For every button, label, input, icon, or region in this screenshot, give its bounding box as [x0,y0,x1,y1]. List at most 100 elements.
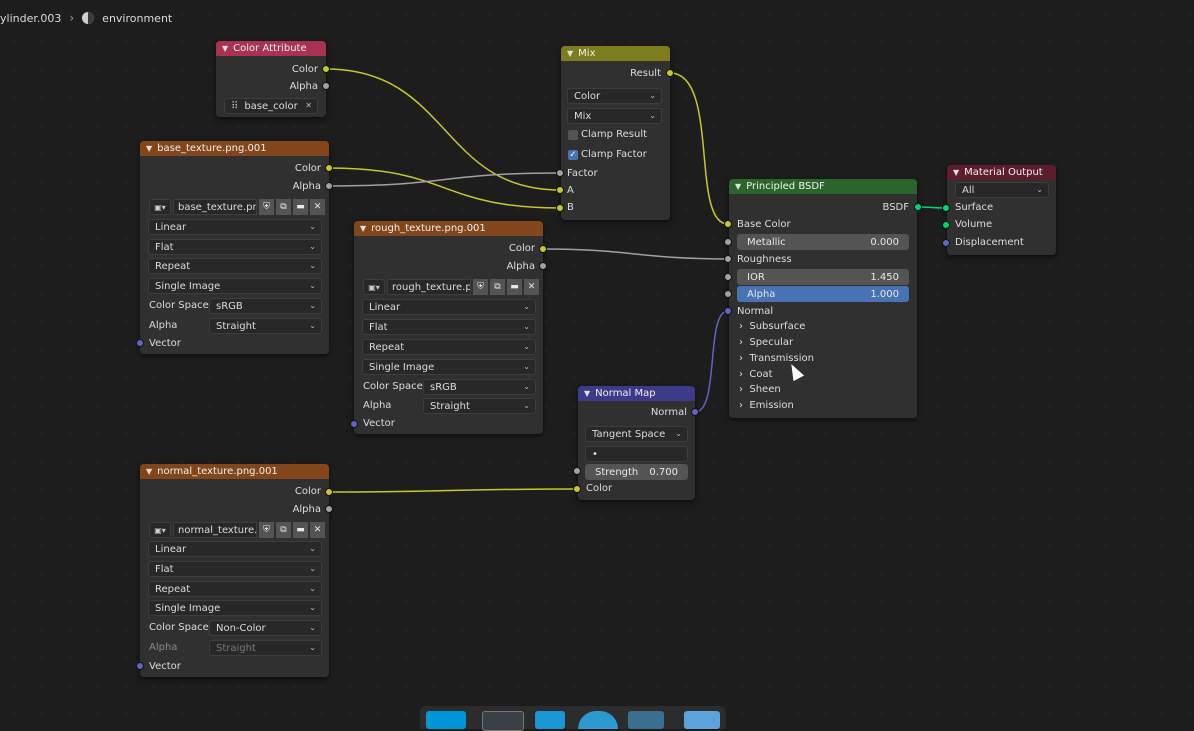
extension-dropdown[interactable]: Repeat ⌄ [148,581,322,597]
chevron-down-icon[interactable]: ▼ [146,144,152,153]
image-name[interactable]: base_texture.pn... [173,199,257,215]
open-folder-icon[interactable]: ▬ [293,522,308,538]
panel-subsurface[interactable]: › Subsurface [739,321,805,332]
chevron-down-icon[interactable]: ▼ [953,168,959,177]
color-attribute-node[interactable]: ▼ Color Attribute Color Alpha ⠿ base_colo… [216,41,326,117]
socket-attr-color[interactable] [322,65,330,73]
socket-normalmap-color[interactable] [573,485,581,493]
strength-field[interactable]: Strength 0.700 [585,464,688,480]
alpha-mode-dropdown[interactable]: Straight ⌄ [423,398,536,414]
duplicate-icon[interactable]: ⧉ [276,522,291,538]
chevron-down-icon[interactable]: ▼ [146,467,152,476]
data-type-dropdown[interactable]: Color ⌄ [567,88,662,104]
rough-texture-node[interactable]: ▼ rough_texture.png.001 Color Alpha ▣▾ ro… [354,221,543,434]
duplicate-icon[interactable]: ⧉ [490,279,505,295]
socket-bsdf-metallic[interactable] [724,238,732,246]
socket-attr-alpha[interactable] [322,82,330,90]
principled-bsdf-node[interactable]: ▼ Principled BSDF BSDF Base Color Metalli… [729,179,917,418]
app-icon-blue[interactable] [426,711,466,729]
folder-icon[interactable] [684,711,720,729]
normal-map-node[interactable]: ▼ Normal Map Normal Tangent Space ⌄ • Stre… [578,386,695,500]
projection-dropdown[interactable]: Flat ⌄ [148,561,322,577]
fake-user-icon[interactable]: ⛨ [473,279,488,295]
fake-user-icon[interactable]: ⛨ [259,522,274,538]
image-name[interactable]: normal_texture.p... [173,522,257,538]
socket-normalmap-out[interactable] [691,408,699,416]
fake-user-icon[interactable]: ⛨ [259,199,274,215]
socket-bsdf-base-color[interactable] [724,220,732,228]
socket-bsdf-normal[interactable] [724,307,732,315]
material-output-node[interactable]: ▼ Material Output All ⌄ Surface Volume Dis… [947,165,1056,255]
socket-output-surface[interactable] [942,204,950,212]
image-browse-icon[interactable]: ▣▾ [149,522,171,538]
node-header[interactable]: ▼ Principled BSDF [729,179,917,194]
chevron-down-icon[interactable]: ▼ [222,44,228,53]
panel-sheen[interactable]: › Sheen [739,384,781,395]
socket-base-alpha[interactable] [325,182,333,190]
chevron-down-icon[interactable]: ▼ [735,182,741,191]
image-selector[interactable]: ▣▾ base_texture.pn... ⛨ ⧉ ▬ ✕ [149,199,325,215]
projection-dropdown[interactable]: Flat ⌄ [148,239,322,255]
image-selector[interactable]: ▣▾ rough_texture.pn... ⛨ ⧉ ▬ ✕ [363,279,539,295]
socket-rough-color[interactable] [539,245,547,253]
mix-node[interactable]: ▼ Mix Result Color ⌄ Mix ⌄ Clamp Result ✓ C… [561,46,670,220]
app-icon-blue-2[interactable] [535,711,565,729]
close-icon[interactable]: ✕ [305,101,312,110]
node-header[interactable]: ▼ Mix [561,46,670,61]
node-header[interactable]: ▼ rough_texture.png.001 [354,221,543,236]
metallic-field[interactable]: Metallic 0.000 [737,234,909,250]
blend-mode-dropdown[interactable]: Mix ⌄ [567,108,662,124]
unlink-icon[interactable]: ✕ [524,279,539,295]
socket-bsdf-ior[interactable] [724,273,732,281]
panel-emission[interactable]: › Emission [739,400,794,411]
socket-output-displacement[interactable] [942,239,950,247]
target-dropdown[interactable]: All ⌄ [955,182,1049,198]
socket-mix-factor[interactable] [556,169,564,177]
interpolation-dropdown[interactable]: Linear ⌄ [148,541,322,557]
socket-rough-vector[interactable] [350,420,358,428]
node-header[interactable]: ▼ base_texture.png.001 [140,141,329,156]
uv-map-field[interactable]: • [585,446,688,462]
alpha-field[interactable]: Alpha 1.000 [737,286,909,302]
base-texture-node[interactable]: ▼ base_texture.png.001 Color Alpha ▣▾ bas… [140,141,329,354]
attribute-name-field[interactable]: ⠿ base_color ✕ [224,98,318,114]
source-dropdown[interactable]: Single Image ⌄ [362,359,536,375]
color-space-dropdown[interactable]: sRGB ⌄ [423,379,536,395]
globe-icon[interactable] [578,711,618,729]
projection-dropdown[interactable]: Flat ⌄ [362,319,536,335]
socket-mix-result[interactable] [666,69,674,77]
interpolation-dropdown[interactable]: Linear ⌄ [362,299,536,315]
ior-field[interactable]: IOR 1.450 [737,269,909,285]
node-header[interactable]: ▼ normal_texture.png.001 [140,464,329,479]
socket-normal-alpha[interactable] [325,505,333,513]
image-browse-icon[interactable]: ▣▾ [363,279,385,295]
chevron-down-icon[interactable]: ▼ [360,224,366,233]
socket-rough-alpha[interactable] [539,262,547,270]
image-browse-icon[interactable]: ▣▾ [149,199,171,215]
node-header[interactable]: ▼ Normal Map [578,386,695,401]
interpolation-dropdown[interactable]: Linear ⌄ [148,219,322,235]
node-header[interactable]: ▼ Material Output [947,165,1056,180]
open-folder-icon[interactable]: ▬ [507,279,522,295]
unlink-icon[interactable]: ✕ [310,522,325,538]
color-space-dropdown[interactable]: Non-Color ⌄ [209,620,322,636]
socket-normalmap-strength[interactable] [573,467,581,475]
alpha-mode-dropdown[interactable]: Straight ⌄ [209,318,322,334]
chevron-down-icon[interactable]: ▼ [584,389,590,398]
socket-mix-a[interactable] [556,186,564,194]
panel-transmission[interactable]: › Transmission [739,353,814,364]
panel-specular[interactable]: › Specular [739,337,793,348]
duplicate-icon[interactable]: ⧉ [276,199,291,215]
source-dropdown[interactable]: Single Image ⌄ [148,600,322,616]
space-dropdown[interactable]: Tangent Space ⌄ [585,426,688,442]
socket-mix-b[interactable] [556,204,564,212]
color-space-dropdown[interactable]: sRGB ⌄ [209,298,322,314]
socket-bsdf-out[interactable] [914,203,922,211]
extension-dropdown[interactable]: Repeat ⌄ [148,258,322,274]
chevron-down-icon[interactable]: ▼ [567,49,573,58]
image-viewer-icon[interactable] [628,711,664,729]
clamp-result-checkbox[interactable] [568,130,578,140]
socket-normal-color[interactable] [325,488,333,496]
normal-texture-node[interactable]: ▼ normal_texture.png.001 Color Alpha ▣▾ n… [140,464,329,677]
image-selector[interactable]: ▣▾ normal_texture.p... ⛨ ⧉ ▬ ✕ [149,522,325,538]
